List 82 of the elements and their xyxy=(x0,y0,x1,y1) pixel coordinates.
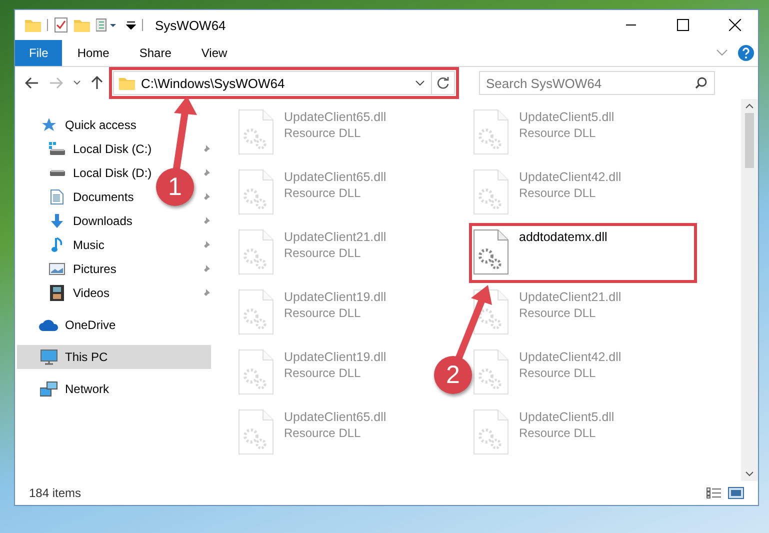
file-type: Resource DLL xyxy=(519,365,597,381)
new-folder-icon xyxy=(74,18,90,32)
nav-item[interactable]: OneDrive xyxy=(17,313,211,337)
back-arrow-icon[interactable] xyxy=(25,77,39,89)
file-type: Resource DLL xyxy=(284,245,362,261)
up-arrow-icon[interactable] xyxy=(91,76,103,90)
file-name: UpdateClient21.dll xyxy=(284,229,386,245)
search-icon xyxy=(695,77,707,89)
window-title: SysWOW64 xyxy=(155,18,226,32)
file-type: Resource DLL xyxy=(284,425,362,441)
gear-file-icon xyxy=(238,169,274,215)
properties-icon[interactable] xyxy=(54,17,68,33)
file-name: UpdateClient65.dll xyxy=(284,109,386,125)
file-name: UpdateClient19.dll xyxy=(284,349,386,365)
file-type: Resource DLL xyxy=(519,305,597,321)
gear-file-icon xyxy=(473,169,509,215)
nav-item[interactable]: Downloads xyxy=(47,209,132,233)
scroll-up-icon[interactable] xyxy=(745,103,754,109)
folder-icon xyxy=(25,18,41,32)
scroll-down-icon[interactable] xyxy=(745,471,754,477)
file-menu-button[interactable]: File xyxy=(15,40,62,66)
scrollbar[interactable] xyxy=(741,99,758,481)
nav-item[interactable]: Quick access xyxy=(17,113,211,137)
refresh-icon[interactable] xyxy=(437,77,449,89)
gear-file-icon xyxy=(238,289,274,335)
maximize-icon[interactable] xyxy=(677,19,689,31)
details-view-icon[interactable] xyxy=(706,487,722,499)
minimize-icon[interactable] xyxy=(626,24,636,26)
gear-file-icon xyxy=(473,409,509,455)
film-icon xyxy=(47,285,67,301)
nav-item[interactable]: Videos xyxy=(47,281,110,305)
file-type: Resource DLL xyxy=(284,365,362,381)
nav-item[interactable]: Local Disk (D:) xyxy=(47,161,152,185)
network-icon xyxy=(39,381,59,397)
drive-icon xyxy=(47,142,67,156)
large-icons-view-icon[interactable] xyxy=(728,487,744,499)
drive-icon xyxy=(47,169,67,177)
nav-item[interactable]: Local Disk (C:) xyxy=(47,137,152,161)
picture-icon xyxy=(47,262,67,276)
monitor-icon xyxy=(39,349,59,365)
file-type: Resource DLL xyxy=(519,125,597,141)
recent-locations-icon[interactable] xyxy=(73,80,81,86)
file-name: UpdateClient65.dll xyxy=(284,409,386,425)
folder-icon xyxy=(119,76,135,90)
gear-file-icon xyxy=(238,349,274,395)
file-name: addtodatemx.dll xyxy=(519,229,608,245)
ribbon-tab[interactable]: View xyxy=(186,40,242,66)
nav-item[interactable]: Music xyxy=(47,233,104,257)
file-name: UpdateClient42.dll xyxy=(519,349,622,365)
file-name: UpdateClient42.dll xyxy=(519,169,622,185)
ribbon-tab[interactable]: Share xyxy=(124,40,186,66)
scroll-thumb[interactable] xyxy=(745,113,754,168)
dropdown-caret-icon[interactable] xyxy=(415,80,425,86)
file-type: Resource DLL xyxy=(519,425,597,441)
file-type: Resource DLL xyxy=(284,305,362,321)
cloud-icon xyxy=(39,319,59,331)
nav-item[interactable]: Documents xyxy=(47,185,134,209)
gear-file-icon xyxy=(473,109,509,155)
file-item[interactable]: addtodatemx.dll xyxy=(471,225,695,281)
file-type: Resource DLL xyxy=(284,125,362,141)
close-icon[interactable] xyxy=(729,19,741,31)
expand-ribbon-icon[interactable] xyxy=(716,49,728,57)
gear-file-icon xyxy=(238,229,274,275)
gear-file-icon xyxy=(473,229,509,275)
file-name: UpdateClient65.dll xyxy=(284,169,386,185)
file-name: UpdateClient19.dll xyxy=(284,289,386,305)
nav-item[interactable]: This PC xyxy=(17,345,211,369)
file-name: UpdateClient21.dll xyxy=(519,289,622,305)
nav-item[interactable]: Network xyxy=(17,377,211,401)
customize-toolbar-icon[interactable] xyxy=(126,20,136,30)
item-count: 184 items xyxy=(29,486,82,500)
file-type: Resource DLL xyxy=(284,185,362,201)
gear-file-icon xyxy=(238,409,274,455)
file-type: Resource DLL xyxy=(519,185,597,201)
nav-item[interactable]: Pictures xyxy=(47,257,116,281)
gear-file-icon xyxy=(473,349,509,395)
gear-file-icon xyxy=(238,109,274,155)
file-name: UpdateClient5.dll xyxy=(519,409,614,425)
ribbon-tab[interactable]: Home xyxy=(62,40,124,66)
search-field[interactable]: Search SysWOW64 xyxy=(479,71,715,95)
file-name: UpdateClient5.dll xyxy=(519,109,614,125)
help-icon[interactable] xyxy=(738,45,754,61)
